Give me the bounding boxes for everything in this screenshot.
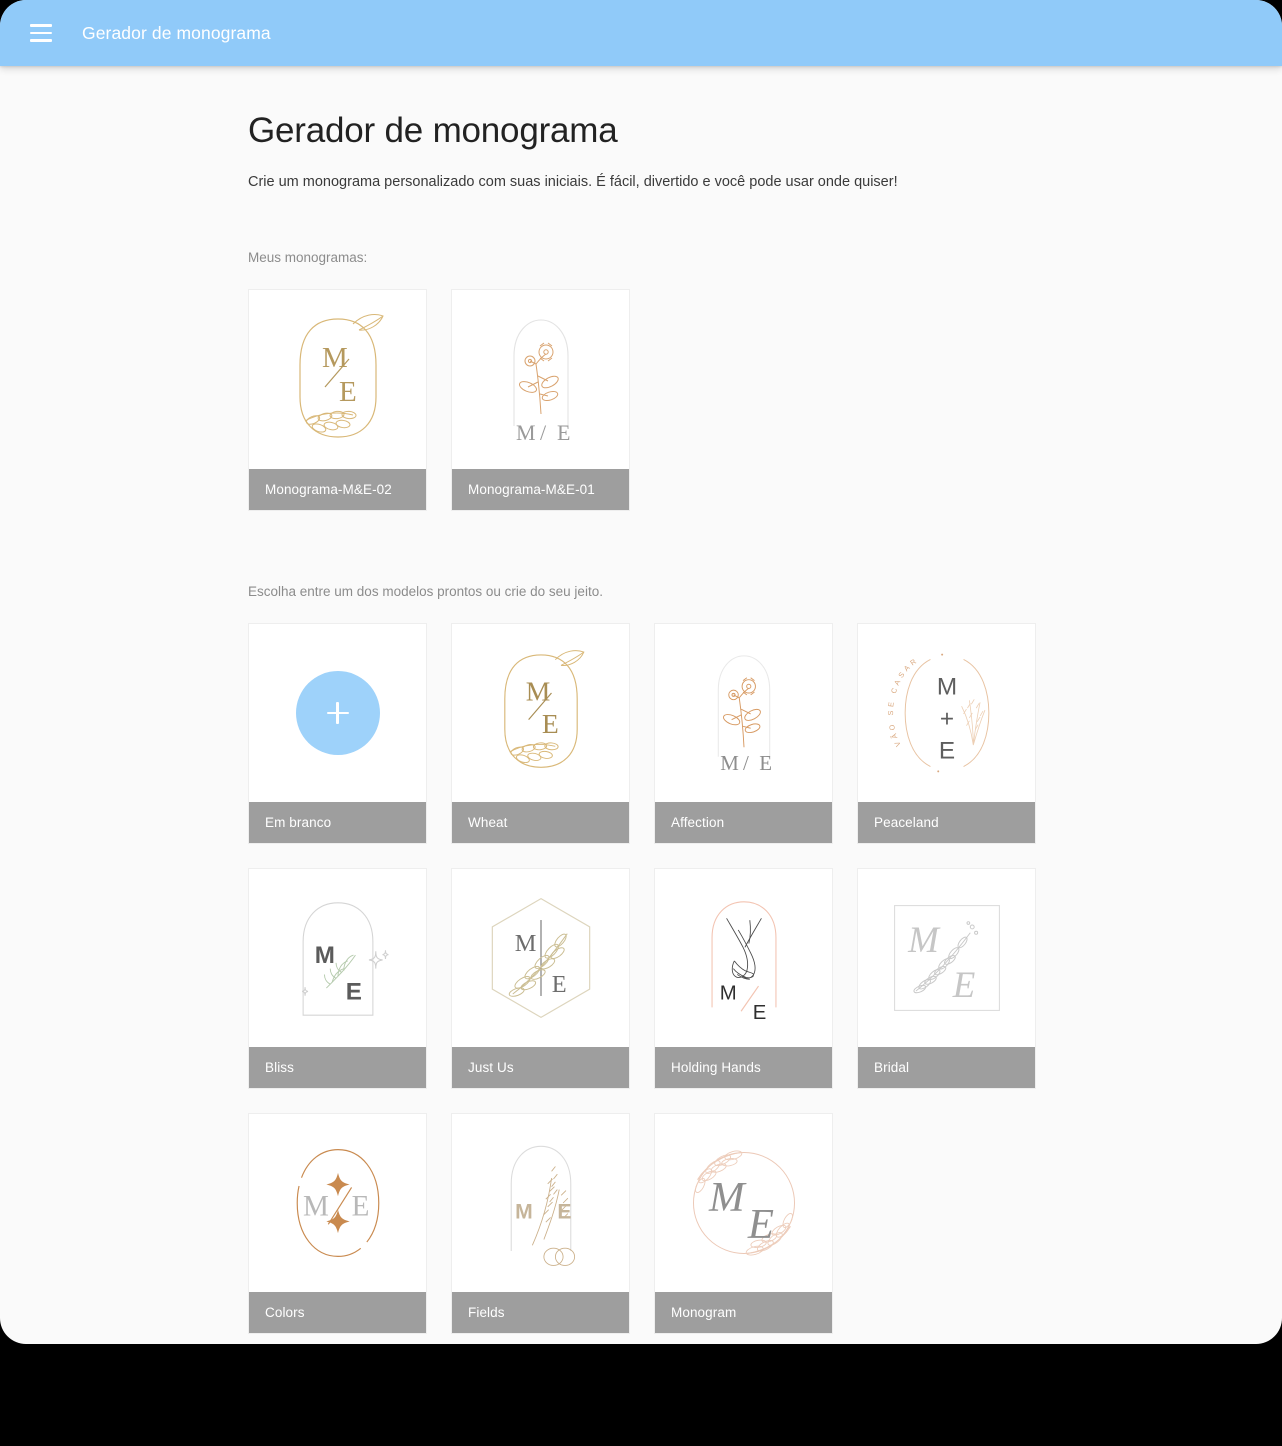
svg-text:M: M <box>720 751 739 775</box>
template-card-just-us[interactable]: M E Just Us <box>451 868 630 1090</box>
template-thumbnail: M / E <box>655 624 832 803</box>
card-label: Monograma-M&E-02 <box>249 469 426 511</box>
card-label: Peaceland <box>858 802 1035 844</box>
page-title: Gerador de monograma <box>248 111 618 150</box>
template-thumbnail: VÃO SE CASAR M + E <box>858 624 1035 803</box>
circle-sparkle-slash-icon: M E <box>296 1149 379 1257</box>
svg-text:M: M <box>314 942 334 969</box>
template-card-fields[interactable]: M E Fields <box>451 1113 630 1335</box>
template-card-em-branco[interactable]: Em branco <box>248 623 427 845</box>
svg-text:M: M <box>514 930 536 957</box>
monogram-thumbnail: M E <box>249 290 426 470</box>
templates-label: Escolha entre um dos modelos prontos ou … <box>248 584 603 600</box>
template-thumbnail: M E <box>249 1114 426 1293</box>
svg-text:E: E <box>759 751 772 775</box>
card-label: Holding Hands <box>655 1047 832 1089</box>
template-card-monogram[interactable]: M E Monogram <box>654 1113 833 1335</box>
svg-text:M: M <box>322 342 348 374</box>
svg-text:M: M <box>936 674 956 701</box>
template-card-bliss[interactable]: M E Bliss <box>248 868 427 1090</box>
svg-text:M: M <box>708 1174 747 1221</box>
app-bar: Gerador de monograma <box>0 0 1282 66</box>
hamburger-menu-icon[interactable] <box>22 14 60 52</box>
card-label: Fields <box>452 1292 629 1334</box>
svg-text:E: E <box>339 376 357 408</box>
svg-text:VÃO SE CASAR: VÃO SE CASAR <box>886 655 921 748</box>
monogram-thumbnail: M / E <box>452 290 629 470</box>
template-card-colors[interactable]: M E Colors <box>248 1113 427 1335</box>
template-thumbnail: M E <box>858 869 1035 1048</box>
card-label: Bridal <box>858 1047 1035 1089</box>
template-thumbnail: M E <box>655 869 832 1048</box>
my-monogram-card-0[interactable]: M E Monograma-M&E-02 <box>248 289 427 512</box>
template-card-affection[interactable]: M / E Affection <box>654 623 833 845</box>
template-thumbnail <box>249 624 426 803</box>
holding-hands-arch-icon: M E <box>711 901 776 1024</box>
wheat-oval-frame-icon: M E <box>298 313 384 438</box>
template-card-peaceland[interactable]: VÃO SE CASAR M + E Peaceland <box>857 623 1036 845</box>
card-label: Colors <box>249 1292 426 1334</box>
card-label: Monogram <box>655 1292 832 1334</box>
card-label: Bliss <box>249 1047 426 1089</box>
arch-flower-stem-icon: M / E <box>512 318 570 445</box>
svg-text:M: M <box>525 676 550 707</box>
svg-text:M: M <box>907 919 941 960</box>
laurel-wreath-script-icon: M E <box>692 1150 795 1256</box>
svg-text:E: E <box>551 971 566 998</box>
my-monograms-label: Meus monogramas: <box>248 250 368 266</box>
template-card-bridal[interactable]: M E Bridal <box>857 868 1036 1090</box>
template-thumbnail: M E <box>249 869 426 1048</box>
peaceland-arc-text-icon: VÃO SE CASAR M + E <box>886 653 989 773</box>
template-thumbnail: M E <box>655 1114 832 1293</box>
template-thumbnail: M E <box>452 1114 629 1293</box>
arch-wheat-rings-icon: M E <box>510 1145 575 1266</box>
svg-text:M: M <box>719 983 736 1005</box>
arch-sparkles-leaf-icon: M E <box>301 902 388 1016</box>
template-thumbnail: M E <box>452 624 629 803</box>
svg-text:M: M <box>515 1200 533 1223</box>
add-plus-circle-icon[interactable] <box>295 671 380 756</box>
card-label: Monograma-M&E-01 <box>452 469 629 511</box>
card-label: Em branco <box>249 802 426 844</box>
svg-text:E: E <box>557 420 570 445</box>
app-window: Gerador de monograma Gerador de monogram… <box>0 0 1282 1344</box>
template-card-wheat[interactable]: M E Wheat <box>451 623 630 845</box>
svg-text:E: E <box>752 1002 766 1024</box>
svg-text:E: E <box>951 964 975 1005</box>
page-subtitle: Crie um monograma personalizado com suas… <box>248 174 898 190</box>
svg-text:E: E <box>557 1200 571 1223</box>
hexagon-leaf-divider-icon: M E <box>491 897 590 1019</box>
svg-text:E: E <box>345 979 361 1006</box>
wheat-oval-frame-icon: M E <box>503 650 584 768</box>
my-monograms-grid: M E Monograma-M&E-02 M / E Monograma-M&E… <box>248 289 1034 512</box>
card-label: Wheat <box>452 802 629 844</box>
template-thumbnail: M E <box>452 869 629 1048</box>
arch-flower-stem-icon: M / E <box>717 655 772 775</box>
my-monogram-card-1[interactable]: M / E Monograma-M&E-01 <box>451 289 630 512</box>
card-label: Affection <box>655 802 832 844</box>
svg-text:E: E <box>938 738 954 765</box>
svg-text:+: + <box>939 706 953 733</box>
app-bar-title: Gerador de monograma <box>82 22 271 43</box>
card-label: Just Us <box>452 1047 629 1089</box>
svg-text:E: E <box>541 708 558 739</box>
svg-text:M: M <box>303 1191 329 1223</box>
svg-text:/: / <box>743 751 749 775</box>
template-card-holding-hands[interactable]: M E Holding Hands <box>654 868 833 1090</box>
svg-text:M: M <box>516 420 536 445</box>
svg-text:E: E <box>351 1191 369 1223</box>
svg-text:/: / <box>540 420 547 445</box>
square-script-branch-icon: M E <box>893 905 1000 1011</box>
page-content: Gerador de monograma Crie um monograma p… <box>0 66 1282 1344</box>
templates-grid: Em branco M E Wheat M / E Affection VÃO … <box>248 623 1058 1335</box>
svg-text:E: E <box>746 1201 773 1248</box>
